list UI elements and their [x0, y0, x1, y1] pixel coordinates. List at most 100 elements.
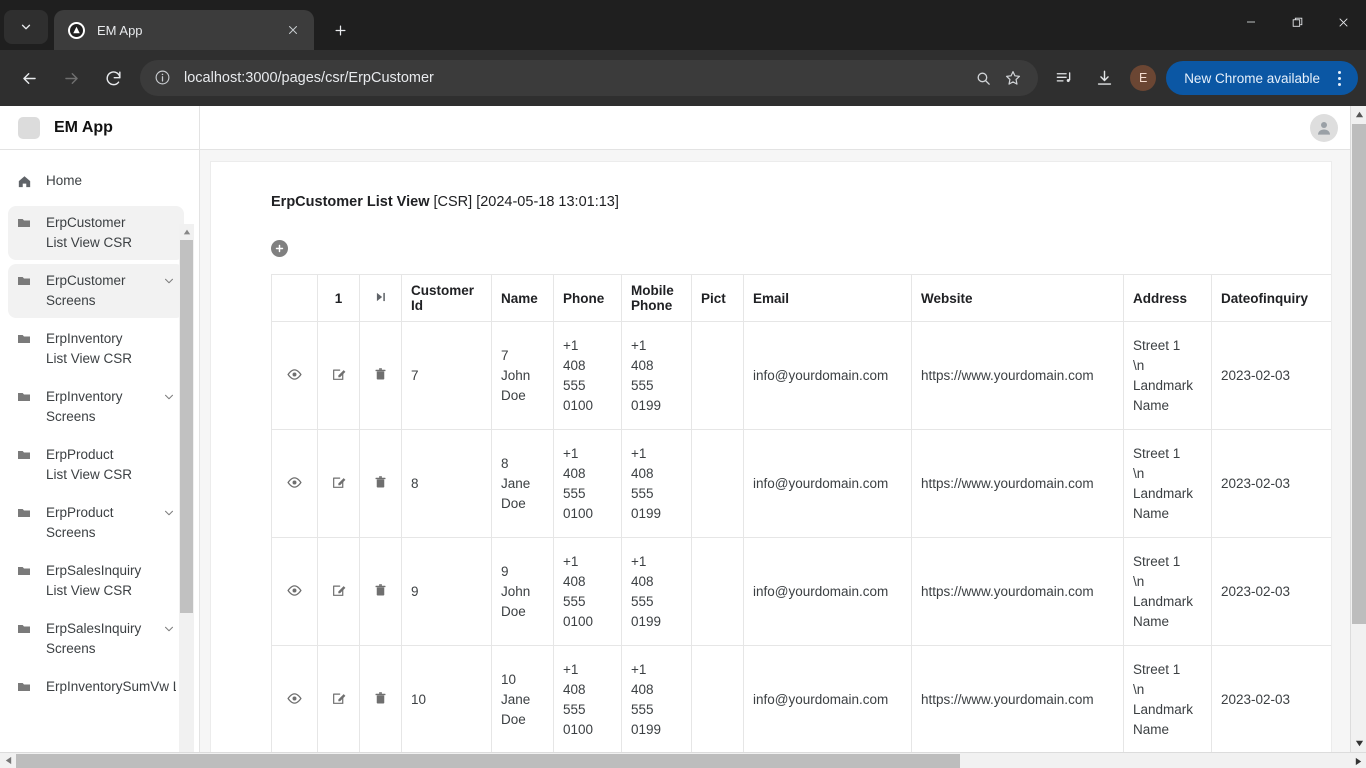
sidebar-item-label: ErpSalesInquiry Screens: [46, 621, 142, 656]
chevron-down-icon[interactable]: [162, 619, 176, 641]
cell-mobile-phone: +1 408 555 0199: [621, 537, 692, 646]
folder-icon: [16, 445, 34, 468]
edit-pencil-icon[interactable]: [317, 429, 360, 538]
edit-pencil-icon[interactable]: [317, 537, 360, 646]
skip-to-end-icon[interactable]: [359, 274, 402, 322]
browser-tab[interactable]: EM App: [54, 10, 314, 50]
delete-trash-icon[interactable]: [359, 537, 402, 646]
view-eye-icon[interactable]: [271, 645, 318, 754]
sidebar-scrollbar[interactable]: [179, 224, 194, 768]
sidebar-item-label: ErpProduct List View CSR: [46, 447, 133, 482]
table-row: 10 10 Jane Doe +1 408 555 0100 +1 408 55…: [271, 645, 1331, 754]
cell-phone: +1 408 555 0100: [553, 537, 622, 646]
sidebar-item-erpcustomer-list-view-csr[interactable]: ErpCustomer List View CSR: [8, 206, 184, 260]
sidebar-item-erpsalesinquiry-list-view-csr[interactable]: ErpSalesInquiry List View CSR: [8, 554, 184, 608]
cell-customer-id: 8: [401, 429, 492, 538]
page-scrollbar-thumb[interactable]: [1352, 124, 1366, 624]
delete-trash-icon[interactable]: [359, 429, 402, 538]
sidebar-item-erpinventory-list-view-csr[interactable]: ErpInventory List View CSR: [8, 322, 184, 376]
sidebar-scrollbar-thumb[interactable]: [180, 240, 193, 613]
kebab-menu-icon[interactable]: [1326, 65, 1352, 91]
search-icon[interactable]: [968, 63, 998, 93]
page-vertical-scrollbar[interactable]: [1350, 106, 1366, 752]
cell-overflow: [1332, 538, 1333, 646]
table-header-row: 1 Customer Id Name Phone Mobile Phone Pi…: [271, 274, 1331, 322]
header-mobile-phone[interactable]: Mobile Phone: [621, 274, 692, 322]
cell-phone: +1 408 555 0100: [553, 429, 622, 538]
tab-strip: EM App: [0, 0, 1366, 50]
star-icon[interactable]: [998, 63, 1028, 93]
delete-trash-icon[interactable]: [359, 321, 402, 430]
new-tab-button[interactable]: [324, 14, 356, 46]
cell-name: 7 John Doe: [491, 321, 554, 430]
cell-website: https://www.yourdomain.com: [911, 321, 1124, 430]
cell-dateofinquiry: 2023-02-03: [1211, 429, 1331, 538]
sidebar-item-erpinventorysumvw-list-view-csr[interactable]: ErpInventorySumVw List View CSR: [8, 670, 184, 707]
chrome-update-label: New Chrome available: [1184, 70, 1320, 86]
chevron-down-icon[interactable]: [162, 271, 176, 293]
restore-icon[interactable]: [1274, 0, 1320, 44]
chevron-down-icon[interactable]: [162, 503, 176, 525]
view-eye-icon[interactable]: [271, 537, 318, 646]
scroll-up-arrow-icon[interactable]: [1351, 106, 1366, 123]
window-controls: [1228, 0, 1366, 44]
browser-toolbar: localhost:3000/pages/csr/ErpCustomer E N…: [0, 50, 1366, 106]
delete-trash-icon[interactable]: [359, 645, 402, 754]
tab-search-icon[interactable]: [4, 10, 48, 44]
header-email[interactable]: Email: [743, 274, 912, 322]
sidebar-item-erpproduct-list-view-csr[interactable]: ErpProduct List View CSR: [8, 438, 184, 492]
header-dateofinquiry[interactable]: Dateofinquiry: [1211, 274, 1331, 322]
arrow-left-icon[interactable]: [11, 60, 47, 96]
page-title-main: ErpCustomer List View: [271, 194, 430, 210]
header-customer-id[interactable]: Customer Id: [401, 274, 492, 322]
reload-icon[interactable]: [95, 60, 131, 96]
scroll-right-arrow-icon[interactable]: [1350, 753, 1366, 768]
cell-address: Street 1 \n Landmark Name: [1123, 321, 1212, 430]
media-playlist-icon[interactable]: [1047, 61, 1081, 95]
close-icon[interactable]: [282, 19, 304, 41]
sidebar-item-erpinventory-screens[interactable]: ErpInventory Screens: [8, 380, 184, 434]
edit-pencil-icon[interactable]: [317, 645, 360, 754]
header-address[interactable]: Address: [1123, 274, 1212, 322]
header-name[interactable]: Name: [491, 274, 554, 322]
user-avatar-icon[interactable]: [1310, 113, 1338, 142]
address-bar[interactable]: localhost:3000/pages/csr/ErpCustomer: [140, 60, 1039, 96]
page-horizontal-scrollbar[interactable]: [0, 752, 1366, 768]
edit-pencil-icon[interactable]: [317, 321, 360, 430]
download-icon[interactable]: [1087, 61, 1121, 95]
info-circle-icon[interactable]: [154, 69, 172, 87]
profile-avatar[interactable]: E: [1130, 65, 1157, 91]
cell-name: 9 John Doe: [491, 537, 554, 646]
cell-customer-id: 10: [401, 645, 492, 754]
view-eye-icon[interactable]: [271, 429, 318, 538]
sidebar-item-erpsalesinquiry-screens[interactable]: ErpSalesInquiry Screens: [8, 612, 184, 666]
scroll-down-arrow-icon[interactable]: [1351, 735, 1366, 752]
scroll-left-arrow-icon[interactable]: [0, 753, 16, 768]
sidebar-item-erpproduct-screens[interactable]: ErpProduct Screens: [8, 496, 184, 550]
cell-address: Street 1 \n Landmark Name: [1123, 645, 1212, 754]
minimize-icon[interactable]: [1228, 0, 1274, 44]
app-header: EM App: [0, 106, 1366, 150]
header-page-number[interactable]: 1: [317, 274, 360, 322]
scroll-up-arrow-icon[interactable]: [179, 224, 194, 239]
sidebar-item-label: ErpProduct Screens: [46, 505, 114, 540]
cell-mobile-phone: +1 408 555 0199: [621, 645, 692, 754]
sidebar-item-label: ErpCustomer Screens: [46, 273, 126, 308]
browser-window: EM App localhost:3000/pages/csr/ErpCusto…: [0, 0, 1366, 768]
cell-pict: [691, 321, 744, 430]
page-horizontal-scrollbar-thumb[interactable]: [16, 754, 960, 768]
header-pict[interactable]: Pict: [691, 274, 744, 322]
add-record-button[interactable]: [271, 240, 288, 257]
sidebar: Home ErpCustomer List View CSR ErpCustom…: [0, 150, 200, 768]
chevron-down-icon[interactable]: [162, 387, 176, 409]
sidebar-item-home[interactable]: Home: [8, 164, 184, 202]
chrome-update-button[interactable]: New Chrome available: [1166, 61, 1358, 95]
view-eye-icon[interactable]: [271, 321, 318, 430]
sidebar-item-erpcustomer-screens[interactable]: ErpCustomer Screens: [8, 264, 184, 318]
cell-mobile-phone: +1 408 555 0199: [621, 429, 692, 538]
header-website[interactable]: Website: [911, 274, 1124, 322]
header-phone[interactable]: Phone: [553, 274, 622, 322]
app-brand[interactable]: EM App: [0, 106, 200, 150]
close-icon[interactable]: [1320, 0, 1366, 44]
cell-email: info@yourdomain.com: [743, 429, 912, 538]
